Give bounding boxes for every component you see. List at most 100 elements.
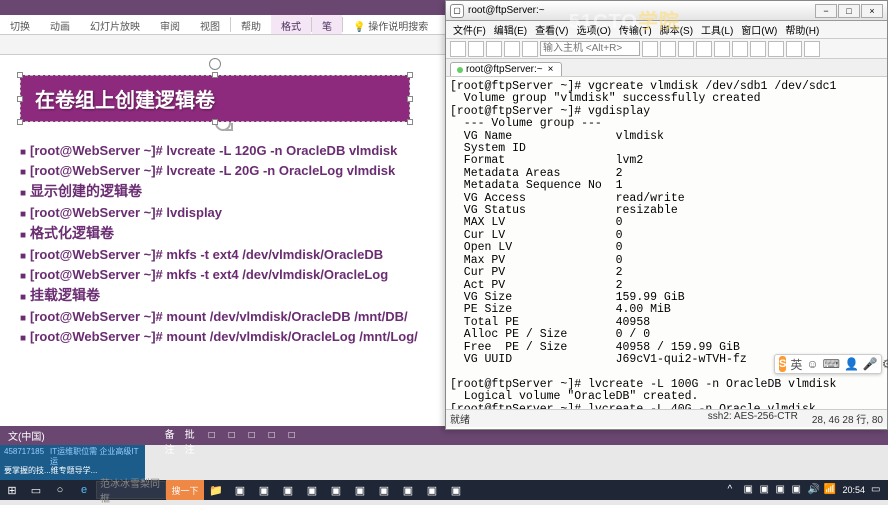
- ime-smile-icon[interactable]: ☺: [806, 357, 818, 371]
- toolbar-icon[interactable]: [504, 41, 520, 57]
- status-ready: 就绪: [450, 411, 470, 426]
- menu-item[interactable]: 工具(L): [698, 22, 736, 37]
- menu-item[interactable]: 查看(V): [532, 22, 571, 37]
- toolbar-icon[interactable]: [804, 41, 820, 57]
- volume-icon[interactable]: 🔊: [807, 484, 820, 497]
- toolbar-icon[interactable]: [522, 41, 538, 57]
- ribbon-tab-format[interactable]: 格式: [271, 15, 311, 34]
- app-icon[interactable]: ▣: [348, 480, 372, 500]
- terminal-tabs: root@ftpServer:~ ×: [446, 59, 887, 77]
- promo-line1: IT运维职位需 企业高级IT运: [50, 447, 141, 466]
- ribbon-tab[interactable]: 帮助: [231, 15, 271, 34]
- rotate-handle[interactable]: [209, 58, 221, 70]
- taskview-icon[interactable]: ▭: [24, 480, 48, 500]
- toolbar-icon[interactable]: [696, 41, 712, 57]
- terminal-tab[interactable]: root@ftpServer:~ ×: [450, 62, 562, 76]
- resize-handle[interactable]: [17, 119, 23, 125]
- toolbar-icon[interactable]: [642, 41, 658, 57]
- toolbar-icon[interactable]: [786, 41, 802, 57]
- ime-panel[interactable]: S 英 ☺ ⌨ 👤 🎤 ⚙: [774, 354, 882, 374]
- ribbon-tab[interactable]: 幻灯片放映: [80, 15, 150, 34]
- tray-icon[interactable]: ▣: [759, 484, 772, 497]
- menu-item[interactable]: 脚本(S): [657, 22, 696, 37]
- ribbon-tab[interactable]: 动画: [40, 15, 80, 34]
- search-box[interactable]: 范冰冰雪梨同框: [96, 481, 166, 499]
- tray-up-icon[interactable]: ^: [727, 484, 740, 497]
- menu-item[interactable]: 选项(O): [573, 22, 613, 37]
- toolbar-icon[interactable]: [750, 41, 766, 57]
- notif-icon[interactable]: ▭: [871, 484, 884, 497]
- ribbon-tab[interactable]: 审阅: [150, 15, 190, 34]
- view-sorter-icon[interactable]: □: [225, 429, 239, 443]
- ribbon-tab-pen[interactable]: 笔: [312, 15, 342, 34]
- ribbon-tab[interactable]: 视图: [190, 15, 230, 34]
- tab-label: root@ftpServer:~: [466, 64, 543, 75]
- toolbar-icon[interactable]: [486, 41, 502, 57]
- app-icon[interactable]: ▣: [372, 480, 396, 500]
- terminal-statusbar: 就绪 ssh2: AES-256-CTR 28, 46 28 行, 80: [446, 409, 887, 427]
- ie-icon[interactable]: e: [72, 480, 96, 500]
- clock[interactable]: 20:54: [839, 486, 868, 495]
- ribbon-tab[interactable]: 切换: [0, 15, 40, 34]
- toolbar-icon[interactable]: [714, 41, 730, 57]
- menu-item[interactable]: 窗口(W): [738, 22, 780, 37]
- app-icon[interactable]: ▣: [252, 480, 276, 500]
- minimize-button[interactable]: −: [815, 4, 837, 18]
- ime-logo-icon: S: [779, 356, 786, 372]
- menu-item[interactable]: 传输(T): [616, 22, 655, 37]
- notes-button[interactable]: ≡ 备注: [165, 429, 179, 443]
- explorer-icon[interactable]: 📁: [204, 480, 228, 500]
- tray-icon[interactable]: ▣: [743, 484, 756, 497]
- view-reading-icon[interactable]: □: [245, 429, 259, 443]
- ime-user-icon[interactable]: 👤: [844, 357, 859, 371]
- tray-icon[interactable]: ▣: [791, 484, 804, 497]
- app-icon[interactable]: ▣: [396, 480, 420, 500]
- ime-keyboard-icon[interactable]: ⌨: [823, 357, 840, 371]
- app-icon[interactable]: ▣: [420, 480, 444, 500]
- ime-mic-icon[interactable]: 🎤: [863, 357, 878, 371]
- app-icon[interactable]: ▣: [444, 480, 468, 500]
- promo-id: 458717185: [4, 447, 44, 466]
- resize-handle[interactable]: [17, 96, 23, 102]
- resize-handle[interactable]: [407, 72, 413, 78]
- toolbar-icon[interactable]: [768, 41, 784, 57]
- menu-item[interactable]: 帮助(H): [782, 22, 822, 37]
- terminal-icon: ▢: [450, 4, 464, 18]
- view-extra-icon[interactable]: □: [285, 429, 299, 443]
- host-input[interactable]: [540, 41, 640, 56]
- comments-button[interactable]: ■ 批注: [185, 429, 199, 443]
- status-dot-icon: [457, 67, 463, 73]
- toolbar-icon[interactable]: [660, 41, 676, 57]
- view-slideshow-icon[interactable]: □: [265, 429, 279, 443]
- search-button[interactable]: 搜一下: [166, 480, 204, 500]
- resize-handle[interactable]: [407, 96, 413, 102]
- app-icon[interactable]: ▣: [228, 480, 252, 500]
- app-icon[interactable]: ▣: [276, 480, 300, 500]
- resize-handle[interactable]: [17, 72, 23, 78]
- tray-icon[interactable]: ▣: [775, 484, 788, 497]
- cortana-icon[interactable]: ○: [48, 480, 72, 500]
- tray: ^ ▣ ▣ ▣ ▣ 🔊 📶 20:54 ▭: [727, 484, 888, 497]
- slide-title-box[interactable]: 在卷组上创建逻辑卷: [20, 75, 410, 122]
- resize-handle[interactable]: [407, 119, 413, 125]
- start-button[interactable]: ⊞: [0, 480, 24, 500]
- resize-handle[interactable]: [212, 72, 218, 78]
- toolbar-icon[interactable]: [678, 41, 694, 57]
- maximize-button[interactable]: □: [838, 4, 860, 18]
- toolbar-icon[interactable]: [732, 41, 748, 57]
- ime-lang[interactable]: 英: [790, 356, 802, 373]
- menu-item[interactable]: 文件(F): [450, 22, 489, 37]
- app-icon[interactable]: ▣: [324, 480, 348, 500]
- terminal-titlebar[interactable]: ▢ root@ftpServer:~ − □ ×: [446, 1, 887, 21]
- ribbon-tell-me[interactable]: 💡 操作说明搜索: [343, 15, 438, 34]
- view-normal-icon[interactable]: □: [205, 429, 219, 443]
- app-icon[interactable]: ▣: [300, 480, 324, 500]
- close-button[interactable]: ×: [861, 4, 883, 18]
- menu-item[interactable]: 编辑(E): [491, 22, 530, 37]
- network-icon[interactable]: 📶: [823, 484, 836, 497]
- tab-close-icon[interactable]: ×: [546, 64, 556, 75]
- resize-handle[interactable]: [212, 119, 218, 125]
- toolbar-icon[interactable]: [468, 41, 484, 57]
- ime-gear-icon[interactable]: ⚙: [882, 357, 888, 371]
- toolbar-icon[interactable]: [450, 41, 466, 57]
